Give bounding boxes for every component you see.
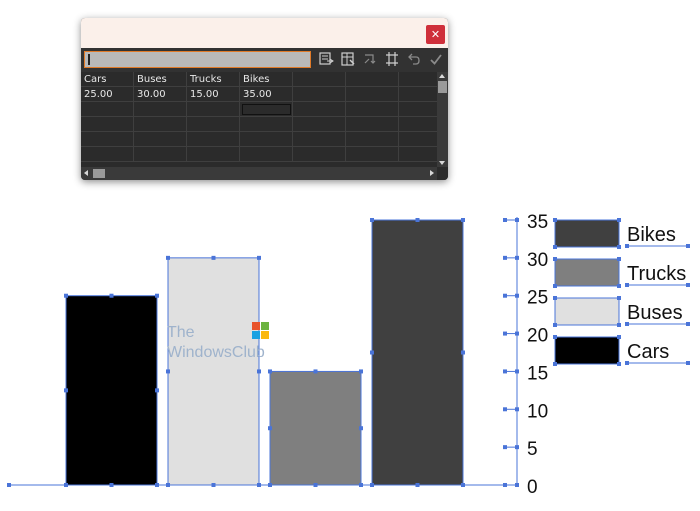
selection-handle [109, 293, 114, 298]
selection-handle [553, 257, 557, 261]
selection-handle [211, 255, 216, 260]
selection-handle [503, 293, 507, 298]
selection-handle [515, 369, 519, 374]
selection-handle [155, 388, 159, 393]
selection-handle [515, 483, 519, 487]
legend-swatch-cars [554, 336, 620, 365]
selection-handle [515, 255, 519, 260]
selection-handle [461, 350, 465, 355]
selection-handle [211, 483, 216, 487]
selection-handle [503, 407, 507, 412]
selection-handle [625, 244, 629, 248]
selection-handle [503, 218, 507, 222]
selection-handle [415, 483, 420, 487]
legend-swatch-trucks [554, 258, 620, 287]
bar-trucks [269, 370, 362, 486]
selection-handle [553, 245, 557, 249]
watermark-line2: WindowsClub [167, 344, 265, 361]
selection-handle [503, 331, 507, 336]
selection-handle [503, 483, 507, 487]
legend-label-buses: Buses [627, 302, 683, 324]
selection-handle [268, 483, 272, 487]
bar-chart: 0 5 10 15 20 25 30 35 Bikes Trucks Buses Cars [7, 212, 690, 498]
selection-handle [64, 388, 68, 393]
selection-handle [415, 218, 420, 222]
selection-handle [617, 323, 621, 327]
selection-handle [686, 283, 690, 287]
selection-handle [109, 483, 114, 487]
y-tick-label: 15 [527, 363, 548, 384]
selection-handle [686, 244, 690, 248]
legend-label-cars: Cars [627, 341, 669, 363]
selection-handle [359, 483, 363, 487]
selection-handle [64, 293, 68, 298]
selection-handle [7, 483, 11, 487]
selection-handle [617, 335, 621, 339]
y-tick-label: 5 [527, 439, 538, 460]
selection-handle [64, 483, 68, 487]
selection-handle [257, 255, 261, 260]
selection-handle [370, 483, 374, 487]
y-tick-label: 0 [527, 477, 538, 498]
selection-handle [155, 293, 159, 298]
bar-bikes [371, 219, 464, 486]
selection-handle [370, 350, 374, 355]
selection-handle [359, 369, 363, 374]
selection-handle [503, 369, 507, 374]
selection-handle [515, 293, 519, 298]
y-tick-label: 20 [527, 326, 548, 347]
selection-handle [268, 369, 272, 374]
selection-handle [370, 218, 374, 222]
selection-handle [617, 362, 621, 366]
selection-handle [166, 483, 170, 487]
y-tick-label: 35 [527, 212, 548, 233]
selection-handle [503, 445, 507, 450]
selection-handle [553, 323, 557, 327]
selection-handle [617, 296, 621, 300]
selection-handle [155, 483, 159, 487]
selection-handle [461, 483, 465, 487]
y-tick-label: 25 [527, 288, 548, 309]
selection-handle [515, 331, 519, 336]
watermark: The WindowsClub [167, 323, 265, 363]
selection-handle [313, 483, 318, 487]
selection-handle [553, 335, 557, 339]
selection-handle [515, 407, 519, 412]
selection-handle [625, 283, 629, 287]
selection-handle [257, 369, 261, 374]
selection-handle [503, 255, 507, 260]
selection-handle [257, 483, 261, 487]
selection-handle [515, 218, 519, 222]
selection-handle [553, 362, 557, 366]
selection-handle [617, 257, 621, 261]
y-tick-label: 30 [527, 250, 548, 271]
selection-handle [617, 284, 621, 288]
selection-handle [686, 361, 690, 365]
watermark-line1: The [167, 324, 195, 341]
selection-handle [268, 426, 272, 431]
selection-handle [515, 445, 519, 450]
selection-handle [313, 369, 318, 374]
selection-handle [553, 296, 557, 300]
selection-handle [166, 369, 170, 374]
selection-handle [166, 255, 170, 260]
selection-handle [461, 218, 465, 222]
y-tick-label: 10 [527, 401, 548, 422]
legend-swatch-buses [554, 297, 620, 326]
selection-handle [617, 218, 621, 222]
legend-swatch-bikes [554, 219, 620, 248]
selection-handle [553, 218, 557, 222]
selection-handle [625, 322, 629, 326]
selection-handle [617, 245, 621, 249]
legend-label-bikes: Bikes [627, 224, 676, 246]
selection-handle [553, 284, 557, 288]
selection-handle [359, 426, 363, 431]
bar-cars [65, 295, 158, 486]
legend-label-trucks: Trucks [627, 263, 686, 285]
windows-logo-icon [252, 322, 269, 339]
selection-handle [625, 361, 629, 365]
selection-handle [686, 322, 690, 326]
bar-buses [167, 257, 260, 486]
